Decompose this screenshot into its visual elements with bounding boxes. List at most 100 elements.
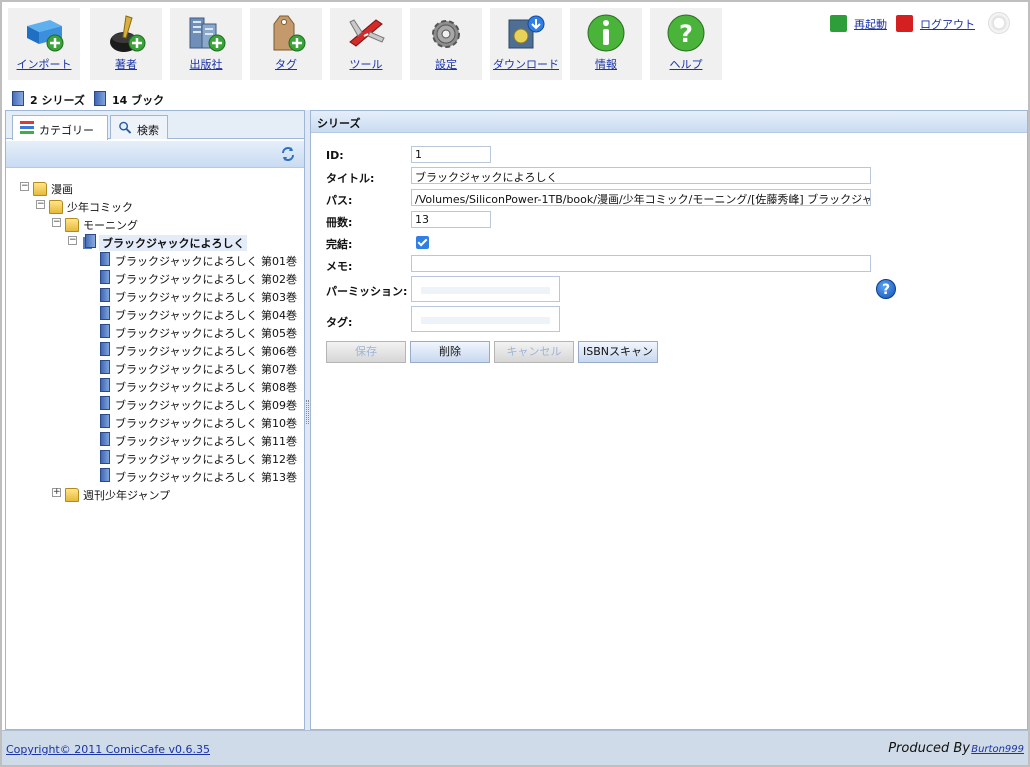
toolbar-author-button[interactable]: 著者 — [90, 8, 162, 80]
tree-node-shonen-comic[interactable]: − 少年コミック — [36, 196, 236, 214]
tab-search[interactable]: 検索 — [110, 115, 168, 139]
toolbar-settings-button[interactable]: 設定 — [410, 8, 482, 80]
tree-node-label[interactable]: 少年コミック — [67, 199, 133, 215]
tree-node-volume[interactable]: ブラックジャックによろしく 第09巻 — [84, 394, 299, 412]
title-field[interactable]: ブラックジャックによろしく — [411, 167, 871, 184]
tree-node-label[interactable]: ブラックジャックによろしく 第05巻 — [115, 325, 297, 341]
complete-checkbox[interactable] — [416, 236, 429, 249]
tree-node-label[interactable]: ブラックジャックによろしく 第07巻 — [115, 361, 297, 377]
tree-collapse-toggle[interactable]: − — [68, 236, 77, 245]
toolbar-info-button[interactable]: 情報 — [570, 8, 642, 80]
tree-node-volume[interactable]: ブラックジャックによろしく 第10巻 — [84, 412, 299, 430]
toolbar-import-button[interactable]: インポート — [8, 8, 80, 80]
tree-node-label[interactable]: ブラックジャックによろしく 第13巻 — [115, 469, 297, 485]
memo-label: メモ: — [326, 260, 353, 273]
tree-node-label[interactable]: ブラックジャックによろしく 第02巻 — [115, 271, 297, 287]
tree-collapse-toggle[interactable]: − — [20, 182, 29, 191]
toolbar-tools-button[interactable]: ツール — [330, 8, 402, 80]
toolbar-help-button[interactable]: ? ヘルプ — [650, 8, 722, 80]
tree-collapse-toggle[interactable]: − — [52, 218, 61, 227]
author-link[interactable]: Burton999 — [971, 744, 1024, 755]
toolbar-import-label[interactable]: インポート — [8, 56, 80, 72]
tree-node-volume[interactable]: ブラックジャックによろしく 第01巻 — [84, 250, 299, 268]
tree-node-shonen-jump[interactable]: + 週刊少年ジャンプ — [52, 484, 252, 502]
toolbar-author-label[interactable]: 著者 — [90, 56, 162, 72]
tree-node-label[interactable]: 週刊少年ジャンプ — [83, 487, 170, 503]
toolbar-download-label[interactable]: ダウンロード — [490, 56, 562, 72]
complete-label: 完結: — [326, 238, 353, 251]
tree-node-volume[interactable]: ブラックジャックによろしく 第03巻 — [84, 286, 299, 304]
logout-icon[interactable] — [896, 15, 913, 32]
series-form: ID: 1 タイトル: ブラックジャックによろしく パス: /Volumes/S… — [311, 135, 1027, 725]
tree-node-volume[interactable]: ブラックジャックによろしく 第12巻 — [84, 448, 299, 466]
tab-category-label[interactable]: カテゴリー — [39, 122, 94, 138]
copyright-link[interactable]: Copyright© 2011 ComicCafe v0.6.35 — [6, 743, 210, 756]
toolbar-tag-label[interactable]: タグ — [250, 56, 322, 72]
path-field[interactable]: /Volumes/SiliconPower-1TB/book/漫画/少年コミック… — [411, 189, 871, 206]
tab-category[interactable]: カテゴリー — [12, 115, 108, 140]
tree-node-volume[interactable]: ブラックジャックによろしく 第06巻 — [84, 340, 299, 358]
toolbar-download-button[interactable]: ダウンロード — [490, 8, 562, 80]
series-count: 2 シリーズ — [30, 94, 85, 107]
tree-node-volume[interactable]: ブラックジャックによろしく 第08巻 — [84, 376, 299, 394]
tree-node-volume[interactable]: ブラックジャックによろしく 第07巻 — [84, 358, 299, 376]
permission-field[interactable] — [411, 276, 560, 302]
isbn-scan-button[interactable]: ISBNスキャン — [578, 341, 658, 363]
cancel-button[interactable]: キャンセル — [494, 341, 574, 363]
book-count: 14 ブック — [112, 94, 165, 107]
book-icon — [100, 342, 110, 356]
tools-knife-icon — [349, 19, 385, 47]
tree-node-volume[interactable]: ブラックジャックによろしく 第02巻 — [84, 268, 299, 286]
tree-node-label[interactable]: ブラックジャックによろしく 第08巻 — [115, 379, 297, 395]
tree-node-label[interactable]: ブラックジャックによろしく 第01巻 — [115, 253, 297, 269]
splitter-grip-icon — [306, 400, 309, 424]
tree-node-morning[interactable]: − モーニング — [52, 214, 252, 232]
tab-search-label[interactable]: 検索 — [137, 122, 159, 138]
tree-node-label[interactable]: ブラックジャックによろしく — [99, 235, 248, 251]
refresh-icon[interactable] — [280, 146, 296, 162]
import-book-icon — [27, 20, 64, 52]
tree-node-label[interactable]: ブラックジャックによろしく 第04巻 — [115, 307, 297, 323]
tree-node-volume[interactable]: ブラックジャックによろしく 第13巻 — [84, 466, 299, 484]
tree-collapse-toggle[interactable]: − — [36, 200, 45, 209]
tree-node-label[interactable]: ブラックジャックによろしく 第03巻 — [115, 289, 297, 305]
book-icon — [100, 450, 110, 464]
tree-node-label[interactable]: ブラックジャックによろしく 第11巻 — [115, 433, 297, 449]
tag-field[interactable] — [411, 306, 560, 332]
tree-node-manga[interactable]: − 漫画 — [20, 178, 220, 196]
toolbar-settings-label[interactable]: 設定 — [410, 56, 482, 72]
id-field[interactable]: 1 — [411, 146, 491, 163]
tree-node-label[interactable]: 漫画 — [51, 181, 73, 197]
restart-link[interactable]: 再起動 — [854, 16, 887, 32]
folder-open-icon — [65, 218, 79, 232]
count-label: 冊数: — [326, 216, 353, 229]
tree-node-volume[interactable]: ブラックジャックによろしく 第05巻 — [84, 322, 299, 340]
memo-field[interactable] — [411, 255, 871, 272]
toolbar-publisher-button[interactable]: 出版社 — [170, 8, 242, 80]
series-icon — [85, 234, 96, 248]
series-panel-title: シリーズ — [317, 117, 361, 130]
delete-button[interactable]: 削除 — [410, 341, 490, 363]
toolbar-help-label[interactable]: ヘルプ — [650, 56, 722, 72]
tree-node-label[interactable]: モーニング — [83, 217, 138, 233]
tree-node-label[interactable]: ブラックジャックによろしく 第12巻 — [115, 451, 297, 467]
logout-link[interactable]: ログアウト — [920, 16, 975, 32]
tree-node-label[interactable]: ブラックジャックによろしく 第10巻 — [115, 415, 297, 431]
permission-help-icon[interactable]: ? — [876, 279, 896, 299]
tree-node-series-selected[interactable]: − ブラックジャックによろしく — [68, 232, 298, 251]
book-icon — [100, 288, 110, 302]
save-button[interactable]: 保存 — [326, 341, 406, 363]
tree-node-volume[interactable]: ブラックジャックによろしく 第04巻 — [84, 304, 299, 322]
produced-by-text: Produced By — [888, 741, 970, 756]
book-icon — [100, 270, 110, 284]
toolbar-tag-button[interactable]: タグ — [250, 8, 322, 80]
count-field[interactable]: 13 — [411, 211, 491, 228]
toolbar-tools-label[interactable]: ツール — [330, 56, 402, 72]
tree-expand-toggle[interactable]: + — [52, 488, 61, 497]
toolbar-publisher-label[interactable]: 出版社 — [170, 56, 242, 72]
tree-node-volume[interactable]: ブラックジャックによろしく 第11巻 — [84, 430, 299, 448]
tree-node-label[interactable]: ブラックジャックによろしく 第09巻 — [115, 397, 297, 413]
tree-node-label[interactable]: ブラックジャックによろしく 第06巻 — [115, 343, 297, 359]
restart-icon[interactable] — [830, 15, 847, 32]
toolbar-info-label[interactable]: 情報 — [570, 56, 642, 72]
